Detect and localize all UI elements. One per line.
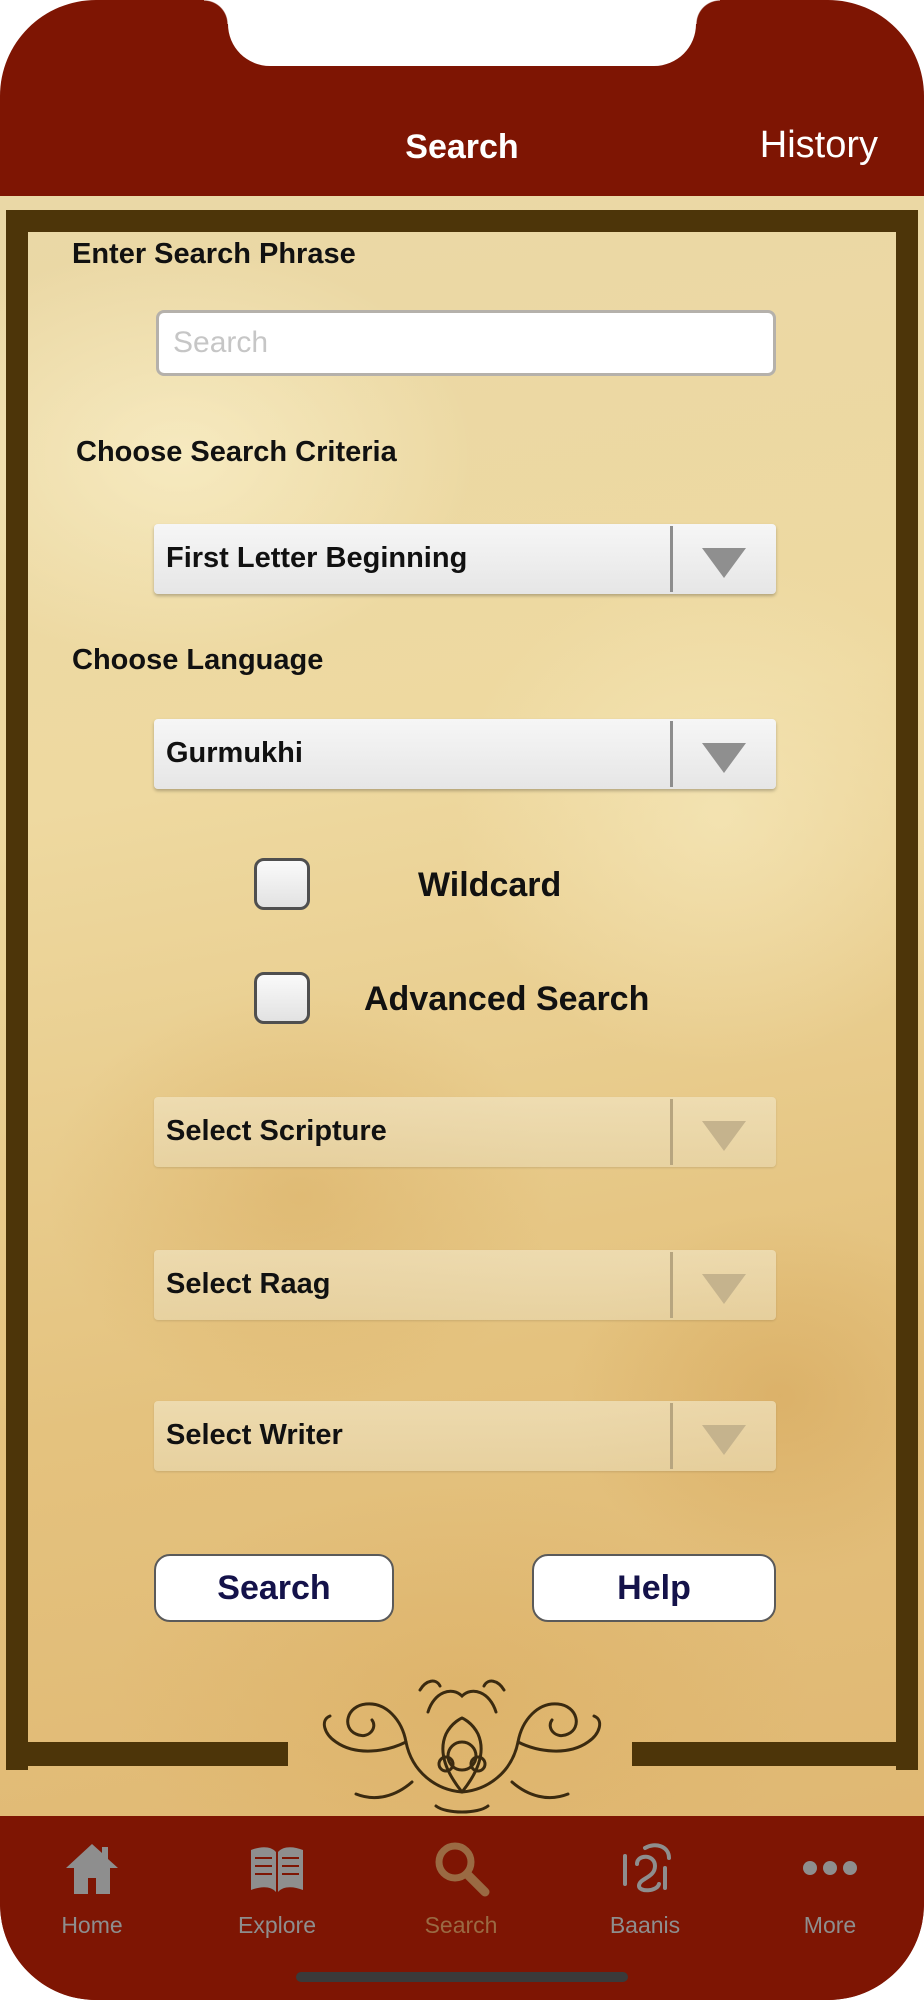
tab-home-label: Home (61, 1912, 123, 1938)
chevron-down-icon (702, 1274, 746, 1304)
app-screen: Search History Enter Search Phrase Choos… (0, 0, 924, 2000)
dropdown-separator (670, 1099, 673, 1165)
raag-placeholder: Select Raag (166, 1268, 331, 1300)
search-button[interactable]: Search (154, 1554, 394, 1622)
search-criteria-value: First Letter Beginning (166, 542, 468, 574)
dropdown-separator (670, 526, 673, 592)
writer-dropdown[interactable]: Select Writer (154, 1401, 776, 1471)
language-value: Gurmukhi (166, 737, 303, 769)
dropdown-separator (670, 1403, 673, 1469)
wildcard-checkbox[interactable] (254, 858, 310, 910)
tab-explore-label: Explore (238, 1912, 316, 1938)
home-indicator (296, 1972, 628, 1982)
home-icon (66, 1844, 118, 1894)
search-phrase-label: Enter Search Phrase (72, 238, 356, 270)
tab-more[interactable]: More (755, 1826, 905, 1938)
writer-placeholder: Select Writer (166, 1419, 343, 1451)
language-label: Choose Language (72, 644, 324, 676)
help-button[interactable]: Help (532, 1554, 776, 1622)
chevron-down-icon (702, 1425, 746, 1455)
chevron-down-icon (702, 548, 746, 578)
search-criteria-dropdown[interactable]: First Letter Beginning (154, 524, 776, 594)
chevron-down-icon (702, 743, 746, 773)
tab-search-label: Search (424, 1912, 498, 1938)
device-notch (204, 0, 720, 66)
tab-search[interactable]: Search (386, 1826, 536, 1938)
language-dropdown[interactable]: Gurmukhi (154, 719, 776, 789)
frame-bottom-right (632, 1742, 918, 1766)
decorative-ornament-icon (322, 1679, 602, 1814)
scripture-placeholder: Select Scripture (166, 1115, 387, 1147)
book-icon (251, 1847, 303, 1892)
raag-dropdown[interactable]: Select Raag (154, 1250, 776, 1320)
tab-baanis[interactable]: Baanis (570, 1826, 720, 1938)
more-icon (803, 1861, 857, 1875)
ik-onkar-icon (623, 1843, 671, 1893)
tab-home[interactable]: Home (17, 1826, 167, 1938)
search-icon (435, 1842, 490, 1897)
frame-bottom-left (6, 1742, 288, 1766)
search-input[interactable] (156, 310, 776, 376)
scripture-dropdown[interactable]: Select Scripture (154, 1097, 776, 1167)
advanced-search-label: Advanced Search (364, 980, 650, 1018)
wildcard-label: Wildcard (418, 866, 562, 904)
dropdown-separator (670, 721, 673, 787)
history-button[interactable]: History (760, 124, 878, 167)
tab-more-label: More (803, 1912, 857, 1938)
tab-baanis-label: Baanis (609, 1912, 681, 1938)
chevron-down-icon (702, 1121, 746, 1151)
tab-explore[interactable]: Explore (202, 1826, 352, 1938)
search-criteria-label: Choose Search Criteria (76, 436, 397, 468)
dropdown-separator (670, 1252, 673, 1318)
advanced-search-checkbox[interactable] (254, 972, 310, 1024)
